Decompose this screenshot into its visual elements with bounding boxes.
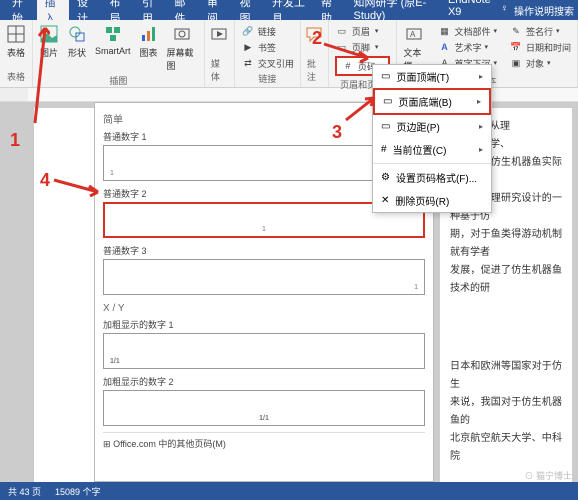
preview: 1 (103, 259, 425, 295)
comment-button[interactable] (304, 24, 324, 44)
group-label: 媒体 (211, 57, 228, 83)
bookmark-button[interactable]: ▶书签 (241, 40, 294, 54)
gallery-item[interactable]: 普通数字 3 1 (103, 244, 425, 295)
menu-bottom-of-page[interactable]: ▭页面底端(B)▸ (373, 88, 491, 115)
signature-icon: ✎ (509, 24, 523, 38)
chart-button[interactable]: 图表 (139, 24, 159, 59)
object-icon: ▣ (509, 56, 523, 70)
status-pages[interactable]: 共 43 页 (8, 485, 41, 498)
preview: 1/1 (103, 390, 425, 426)
svg-text:A: A (410, 30, 416, 39)
status-words[interactable]: 15089 个字 (55, 485, 101, 498)
gallery-section-xy: X / Y (103, 303, 425, 314)
gallery-item[interactable]: 加粗显示的数字 2 1/1 (103, 375, 425, 426)
screenshot-button[interactable]: 屏幕截图 (167, 24, 198, 72)
bookmark-icon: ▶ (241, 40, 255, 54)
shapes-button[interactable]: 形状 (67, 24, 87, 59)
doc-icon: ▭ (381, 121, 390, 132)
status-bar: 共 43 页 15089 个字 (0, 482, 578, 500)
preview: 1/1 (103, 333, 425, 369)
chart-icon (139, 24, 159, 44)
group-label: 表格 (7, 70, 25, 83)
table-button[interactable]: 表格 (6, 24, 26, 59)
header-icon: ▭ (335, 24, 349, 38)
header-button[interactable]: ▭页眉▾ (335, 24, 391, 38)
wordart-icon: A (437, 40, 451, 54)
link-icon: 🔗 (241, 24, 255, 38)
doc-icon: ▭ (383, 96, 392, 107)
chevron-right-icon: ▸ (479, 145, 483, 154)
chevron-right-icon: ▸ (479, 72, 483, 81)
quickparts-button[interactable]: ▦文档部件▾ (437, 24, 497, 38)
footer-icon: ▭ (335, 40, 349, 54)
signature-button[interactable]: ✎签名行▾ (509, 24, 571, 38)
footer-button[interactable]: ▭页脚▾ (335, 40, 391, 54)
parts-icon: ▦ (437, 24, 451, 38)
ribbon-tabs: 开始 插入 设计 布局 引用 邮件 审阅 视图 开发工具 帮助 知网研学 (原E… (0, 0, 578, 20)
format-icon: ⚙ (381, 172, 390, 183)
comment-icon (304, 24, 324, 44)
pagenum-icon: # (341, 59, 355, 73)
menu-current-position[interactable]: #当前位置(C)▸ (373, 138, 491, 161)
smartart-icon (103, 24, 123, 44)
links-button[interactable]: 🔗链接 (241, 24, 294, 38)
watermark: ⊙ 猫宁博士 (524, 469, 572, 482)
doc-icon: # (381, 144, 387, 155)
chevron-right-icon: ▸ (477, 97, 481, 106)
menu-remove-page-numbers[interactable]: ✕删除页码(R) (373, 189, 491, 212)
datetime-icon: 📅 (509, 40, 523, 54)
shapes-icon (67, 24, 87, 44)
chevron-right-icon: ▸ (479, 122, 483, 131)
gallery-more-from-office[interactable]: ⊞ Office.com 中的其他页码(M) (103, 432, 425, 450)
menu-top-of-page[interactable]: ▭页面顶端(T)▸ (373, 65, 491, 88)
object-button[interactable]: ▣对象▾ (509, 56, 571, 70)
menu-page-margins[interactable]: ▭页边距(P)▸ (373, 115, 491, 138)
doc-icon: ▭ (381, 71, 390, 82)
smartart-button[interactable]: SmartArt (95, 24, 131, 56)
crossref-icon: ⇄ (241, 56, 255, 70)
media-icon (209, 24, 229, 44)
remove-icon: ✕ (381, 195, 389, 206)
gallery-item[interactable]: 加粗显示的数字 1 1/1 (103, 318, 425, 369)
group-label: 批注 (307, 57, 322, 83)
page-number-menu: ▭页面顶端(T)▸ ▭页面底端(B)▸ ▭页边距(P)▸ #当前位置(C)▸ ⚙… (372, 64, 492, 213)
screenshot-icon (172, 24, 192, 44)
office-icon: ⊞ (103, 439, 111, 449)
menu-format-page-numbers[interactable]: ⚙设置页码格式(F)... (373, 166, 491, 189)
media-button[interactable] (209, 24, 229, 44)
group-label: 插图 (109, 74, 127, 87)
wordart-button[interactable]: A艺术字▾ (437, 40, 497, 54)
group-label: 链接 (258, 72, 276, 85)
textbox-icon: A (404, 24, 424, 44)
table-icon (6, 24, 26, 44)
datetime-button[interactable]: 📅日期和时间 (509, 40, 571, 54)
pictures-button[interactable]: 图片 (39, 24, 59, 59)
crossref-button[interactable]: ⇄交叉引用 (241, 56, 294, 70)
picture-icon (39, 24, 59, 44)
tell-me[interactable]: ♀操作说明搜索 (501, 3, 575, 18)
